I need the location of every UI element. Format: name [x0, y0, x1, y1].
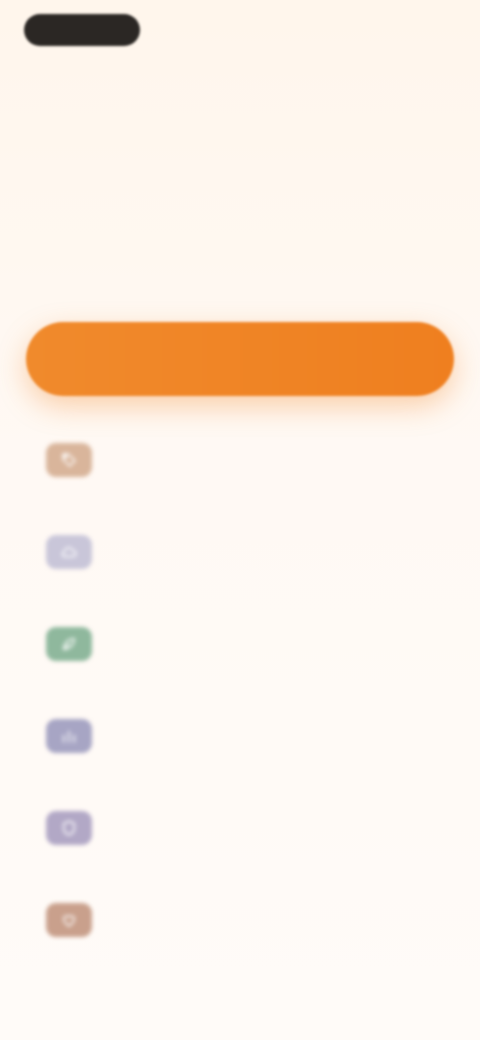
list-item[interactable]	[0, 874, 480, 966]
logo[interactable]	[24, 14, 140, 46]
heart-icon	[46, 903, 92, 937]
list-item[interactable]	[0, 414, 480, 506]
tag-icon	[46, 443, 92, 477]
top-bar	[0, 0, 480, 64]
list-item[interactable]	[0, 506, 480, 598]
primary-cta-button[interactable]	[26, 322, 454, 396]
list-item[interactable]	[0, 690, 480, 782]
chart-icon	[46, 719, 92, 753]
cloud-icon	[46, 535, 92, 569]
list-item[interactable]	[0, 782, 480, 874]
top-right-link[interactable]	[356, 20, 452, 40]
list-item[interactable]	[0, 598, 480, 690]
feature-list	[0, 414, 480, 966]
leaf-icon	[46, 627, 92, 661]
shield-icon	[46, 811, 92, 845]
